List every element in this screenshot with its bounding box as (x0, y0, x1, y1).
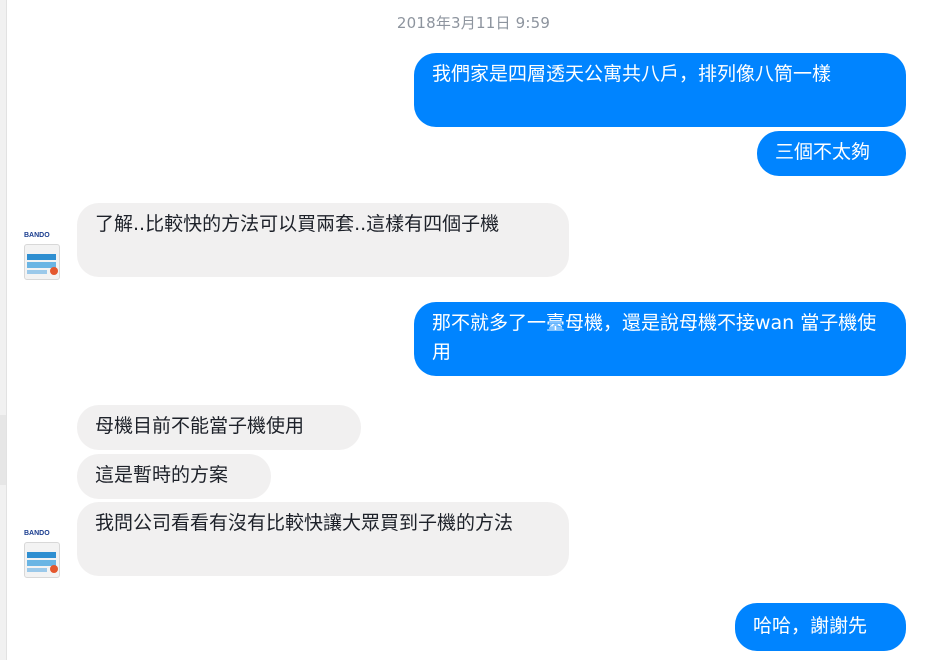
incoming-message-bubble[interactable]: 我問公司看看有沒有比較快讓大眾買到子機的方法 (77, 502, 569, 576)
router-product-icon (24, 244, 60, 280)
left-panel-edge (0, 0, 7, 660)
contact-avatar[interactable]: BANDO (24, 530, 62, 578)
contact-avatar[interactable]: BANDO (24, 232, 62, 280)
outgoing-message-bubble[interactable]: 我們家是四層透天公寓共八戶，排列像八筒一樣 (414, 53, 906, 127)
avatar-brand-logo: BANDO (24, 232, 50, 239)
incoming-message-bubble[interactable]: 母機目前不能當子機使用 (77, 405, 361, 450)
incoming-message-bubble[interactable]: 這是暫時的方案 (77, 454, 271, 499)
outgoing-message-bubble[interactable]: 那不就多了一臺母機，還是說母機不接wan 當子機使用 (414, 302, 906, 376)
avatar-brand-logo: BANDO (24, 530, 50, 537)
incoming-message-bubble[interactable]: 了解..比較快的方法可以買兩套..這樣有四個子機 (77, 203, 569, 277)
message-timestamp: 2018年3月11日 9:59 (396, 14, 551, 32)
outgoing-message-bubble[interactable]: 哈哈，謝謝先 (735, 603, 906, 651)
outgoing-message-bubble[interactable]: 三個不太夠 (757, 131, 906, 176)
left-panel-scroll-marker (0, 415, 6, 485)
router-product-icon (24, 542, 60, 578)
